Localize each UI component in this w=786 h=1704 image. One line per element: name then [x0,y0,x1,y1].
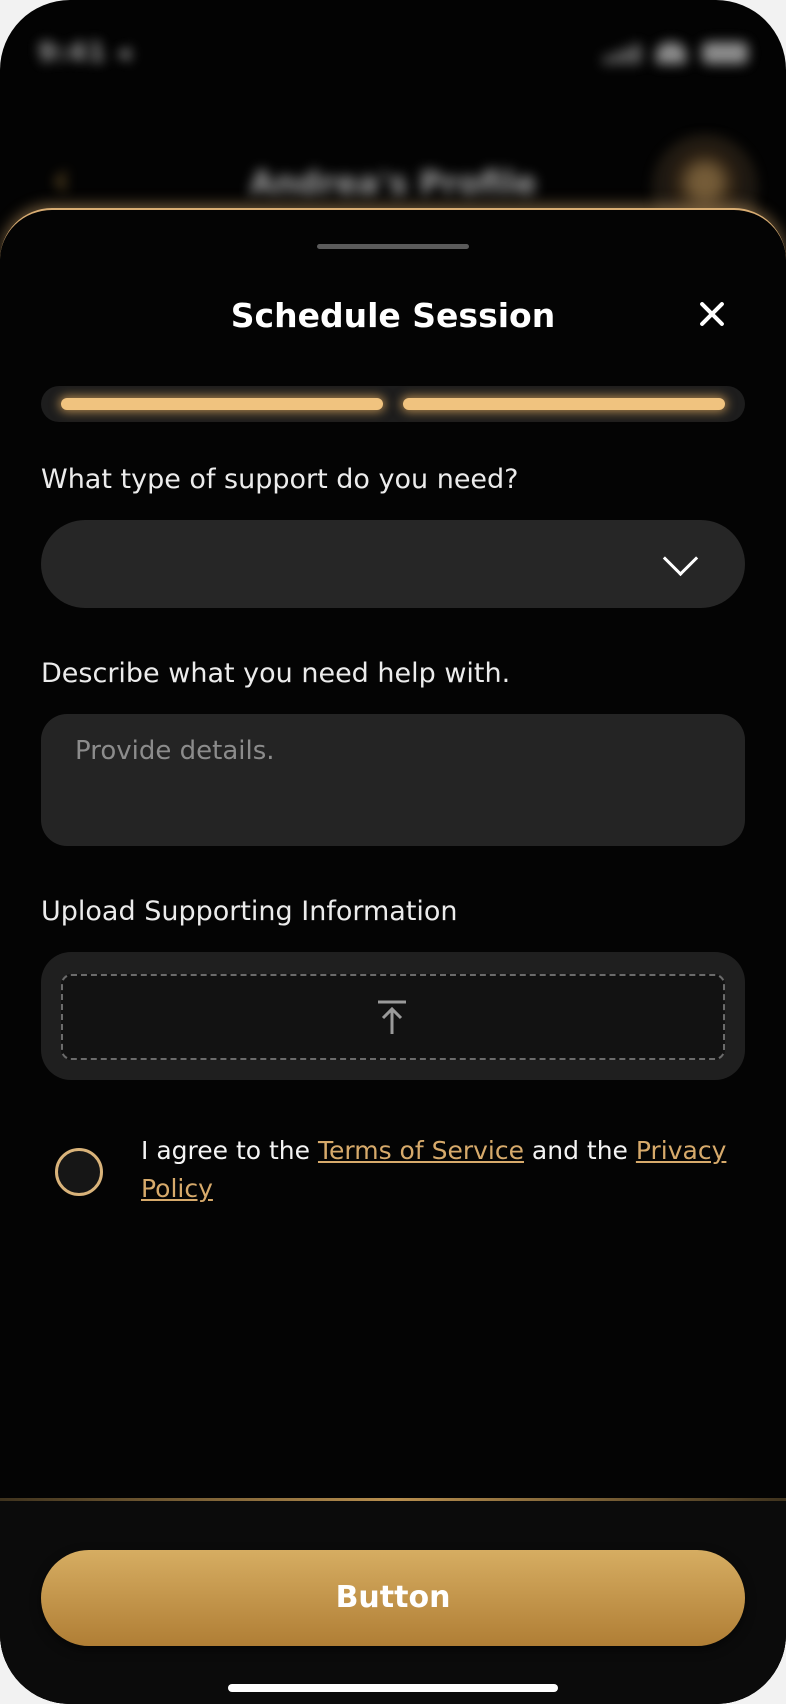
background-app: 9:41 ◂ ‹ Andrea's Profile [0,0,786,240]
agreement-text: I agree to the Terms of Service and the … [141,1132,741,1208]
phone-frame: 9:41 ◂ ‹ Andrea's Profile Schedule Sessi… [0,0,786,1704]
progress-step-2 [403,398,725,410]
battery-icon [702,42,748,64]
upload-label: Upload Supporting Information [41,896,458,927]
upload-icon [378,1000,406,1034]
upload-container [41,952,745,1080]
primary-button[interactable]: Button [41,1550,745,1646]
progress-step-1 [61,398,383,410]
status-time: 9:41 ◂ [38,38,131,68]
schedule-sheet: Schedule Session What type of support do… [0,208,786,1704]
chevron-down-icon [662,540,699,577]
sheet-grabber[interactable] [317,244,469,249]
sheet-title: Schedule Session [230,296,556,335]
agree-checkbox[interactable] [55,1148,103,1196]
description-input[interactable]: Provide details. [41,714,745,846]
description-placeholder: Provide details. [75,736,275,766]
terms-of-service-link[interactable]: Terms of Service [318,1136,524,1165]
description-label: Describe what you need help with. [41,658,511,689]
agreement-prefix: I agree to the [141,1136,318,1165]
upload-dropzone[interactable] [61,974,725,1060]
signal-icon [604,44,640,64]
close-icon[interactable] [690,292,734,336]
step-progress [41,386,745,422]
agreement-middle: and the [523,1136,636,1165]
status-icons [604,42,748,64]
support-type-label: What type of support do you need? [41,464,519,495]
support-type-dropdown[interactable] [41,520,745,608]
wifi-icon [656,42,686,64]
home-indicator [228,1684,558,1692]
